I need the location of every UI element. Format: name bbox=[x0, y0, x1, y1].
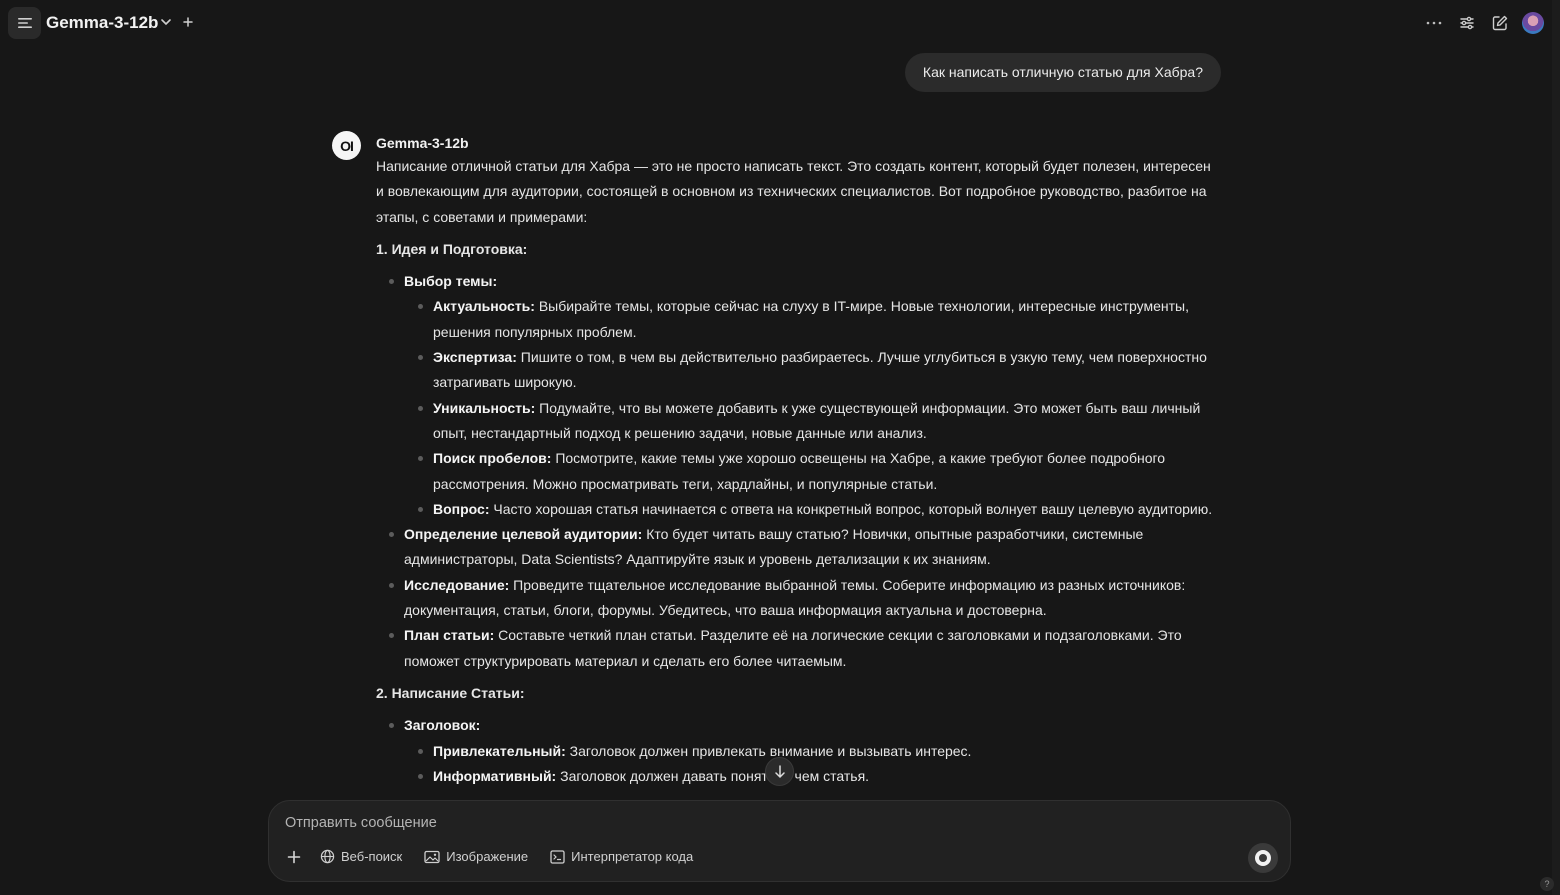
chat-app: Gemma-3-12b Как написать отличную статью… bbox=[0, 0, 1560, 895]
avatar bbox=[1521, 12, 1544, 34]
assistant-avatar: OI bbox=[332, 131, 361, 160]
chevron-down-icon[interactable] bbox=[160, 16, 172, 28]
image-icon bbox=[424, 850, 440, 863]
arrow-down-icon bbox=[774, 764, 785, 778]
image-label: Изображение bbox=[446, 849, 529, 864]
list-item: План статьи: Составьте четкий план стать… bbox=[389, 623, 1216, 674]
item-text: Подумайте, что вы можете добавить к уже … bbox=[433, 399, 1201, 441]
add-model-icon[interactable] bbox=[181, 15, 195, 29]
item-label: Заголовок: bbox=[404, 717, 481, 734]
list-item: Поиск пробелов: Посмотрите, какие темы у… bbox=[418, 446, 1216, 497]
item-text: Заголовок должен привлекать внимание и в… bbox=[565, 742, 972, 759]
item-text: Составьте четкий план статьи. Разделите … bbox=[404, 627, 1182, 669]
item-label: План статьи: bbox=[404, 627, 495, 644]
scroll-to-bottom-button[interactable] bbox=[765, 757, 794, 786]
list-item: Привлекательный: Заголовок должен привле… bbox=[418, 739, 1216, 764]
top-bar: Gemma-3-12b bbox=[0, 0, 1560, 46]
list-item: Актуальность: Выбирайте темы, которые се… bbox=[418, 294, 1216, 345]
edit-icon bbox=[1492, 15, 1507, 31]
list-item: Заголовок: Привлекательный: Заголовок до… bbox=[389, 713, 1216, 790]
item-text: Заголовок должен давать понять, о чем ст… bbox=[556, 767, 870, 784]
list-item: Выбор темы: Актуальность: Выбирайте темы… bbox=[389, 269, 1216, 522]
terminal-icon bbox=[550, 849, 565, 864]
help-button[interactable]: ? bbox=[1540, 877, 1554, 891]
item-label: Привлекательный: bbox=[433, 742, 566, 759]
item-label: Информативный: bbox=[433, 767, 557, 784]
list-item: Экспертиза: Пишите о том, в чем вы дейст… bbox=[418, 345, 1216, 396]
top-right-actions bbox=[1422, 10, 1544, 36]
item-text: Выбирайте темы, которые сейчас на слуху … bbox=[433, 298, 1189, 340]
web-search-button[interactable]: Веб-поиск bbox=[320, 849, 402, 864]
item-label: Экспертиза: bbox=[433, 349, 517, 366]
user-menu-button[interactable] bbox=[1521, 10, 1544, 36]
assistant-message: Написание отличной статьи для Хабра — эт… bbox=[376, 154, 1216, 800]
section-heading: 1. Идея и Подготовка: bbox=[376, 240, 528, 257]
code-interpreter-button[interactable]: Интерпретатор кода bbox=[550, 849, 693, 864]
item-label: Выбор темы: bbox=[404, 273, 498, 290]
new-chat-button[interactable] bbox=[1488, 10, 1511, 36]
list-item: Исследование: Проведите тщательное иссле… bbox=[389, 573, 1216, 624]
more-options-button[interactable] bbox=[1422, 10, 1445, 36]
sliders-icon bbox=[1459, 16, 1474, 30]
item-label: Уникальность: bbox=[433, 399, 536, 416]
globe-icon bbox=[320, 849, 335, 864]
message-input[interactable] bbox=[285, 815, 1185, 831]
sub-list: Привлекательный: Заголовок должен привле… bbox=[404, 739, 1216, 790]
assistant-name: Gemma-3-12b bbox=[376, 135, 469, 151]
list-item: Определение целевой аудитории: Кто будет… bbox=[389, 522, 1216, 573]
item-label: Определение целевой аудитории: bbox=[404, 526, 643, 543]
message-composer: Веб-поиск Изображение Интерпретатор кода bbox=[268, 800, 1291, 882]
web-search-label: Веб-поиск bbox=[341, 849, 403, 864]
item-text: Пишите о том, в чем вы действительно раз… bbox=[433, 349, 1207, 391]
code-interpreter-label: Интерпретатор кода bbox=[571, 849, 694, 864]
list-item: Уникальность: Подумайте, что вы можете д… bbox=[418, 396, 1216, 447]
item-label: Поиск пробелов: bbox=[433, 450, 552, 467]
attach-button[interactable] bbox=[285, 848, 302, 865]
sidebar-toggle-button[interactable] bbox=[8, 7, 41, 39]
item-label: Исследование: bbox=[404, 576, 510, 593]
model-selector[interactable]: Gemma-3-12b bbox=[46, 13, 158, 33]
controls-button[interactable] bbox=[1455, 10, 1478, 36]
item-label: Вопрос: bbox=[433, 500, 490, 517]
composer-tools: Веб-поиск Изображение Интерпретатор кода bbox=[285, 848, 715, 865]
item-text: Проведите тщательное исследование выбран… bbox=[404, 576, 1186, 619]
section-list: Выбор темы: Актуальность: Выбирайте темы… bbox=[376, 269, 1216, 674]
item-text: Часто хорошая статья начинается с ответа… bbox=[489, 500, 1213, 517]
section-list: Заголовок: Привлекательный: Заголовок до… bbox=[376, 713, 1216, 789]
plus-icon bbox=[287, 850, 300, 863]
image-button[interactable]: Изображение bbox=[424, 849, 528, 864]
ellipsis-icon bbox=[1426, 21, 1441, 25]
menu-icon bbox=[17, 18, 32, 28]
sub-list: Актуальность: Выбирайте темы, которые се… bbox=[404, 294, 1216, 522]
section-heading: 2. Написание Статьи: bbox=[376, 684, 525, 701]
assistant-intro: Написание отличной статьи для Хабра — эт… bbox=[376, 158, 1211, 225]
item-label: Актуальность: bbox=[433, 298, 535, 315]
scrollbar[interactable] bbox=[1552, 0, 1560, 895]
voice-mode-button[interactable] bbox=[1248, 843, 1278, 873]
list-item: Вопрос: Часто хорошая статья начинается … bbox=[418, 497, 1216, 522]
user-message: Как написать отличную статью для Хабра? bbox=[904, 53, 1221, 92]
voice-icon bbox=[1255, 850, 1271, 866]
